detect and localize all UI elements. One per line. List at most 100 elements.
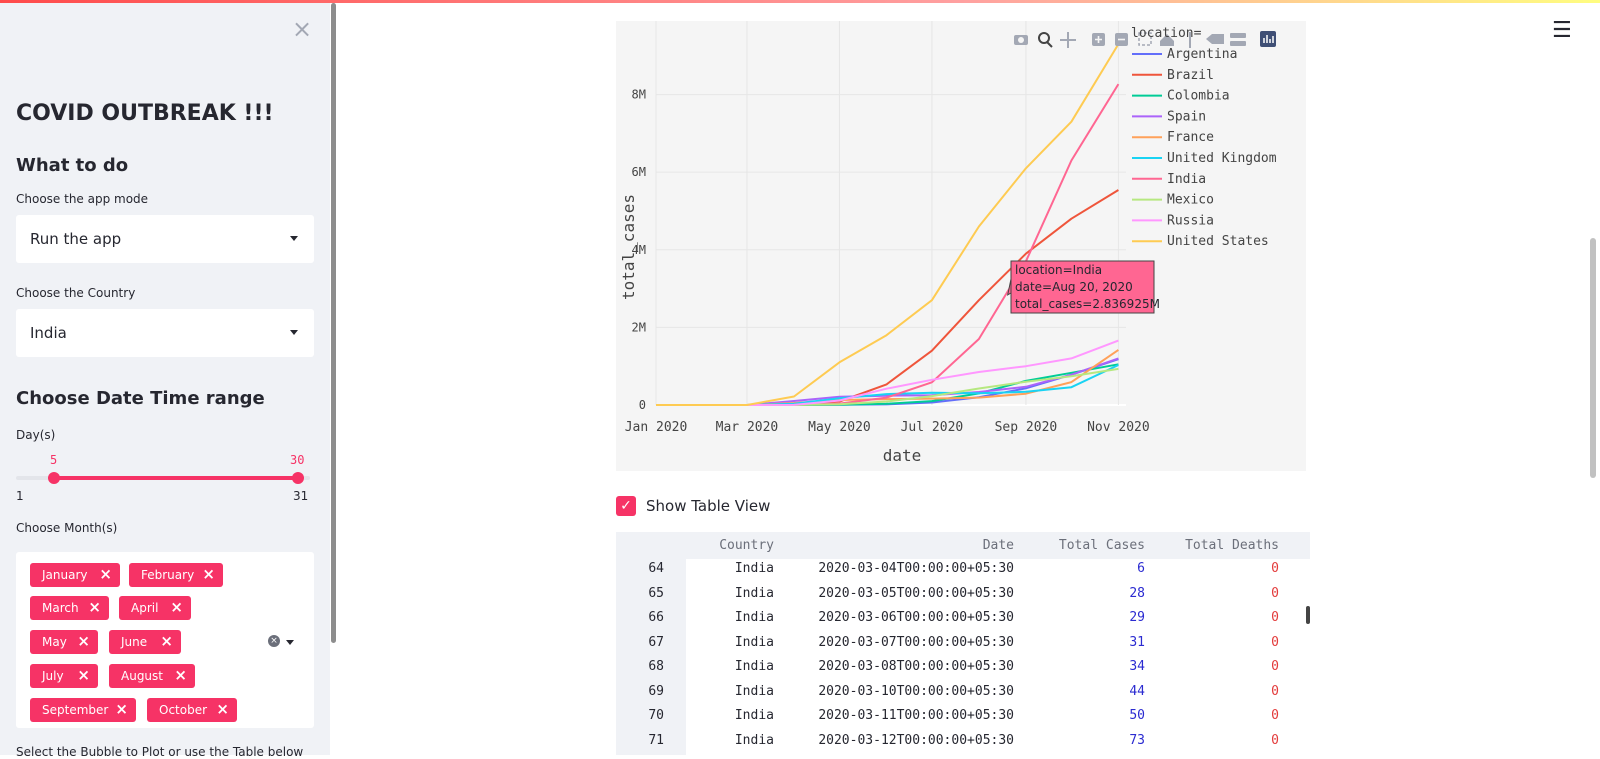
app-mode-label: Choose the app mode [16,192,149,206]
day-slider-low-handle[interactable] [48,472,60,484]
x-tick-label: Jan 2020 [625,420,688,435]
legend-item[interactable]: Colombia [1167,89,1230,104]
cell-total-cases: 44 [1129,683,1145,699]
cell-date: 2020-03-12T00:00:00+05:30 [818,732,1014,748]
day-slider-high-handle[interactable] [292,472,304,484]
tag-label: September [42,703,109,717]
table-row[interactable]: 69 India 2020-03-10T00:00:00+05:30 44 0 [616,684,1310,709]
data-table[interactable]: Country Date Total Cases Total Deaths 64… [616,532,1310,755]
tag-label: February [141,568,195,582]
legend-item[interactable]: Mexico [1167,193,1214,208]
table-row[interactable]: 68 India 2020-03-08T00:00:00+05:30 34 0 [616,659,1310,684]
zoom-out-icon[interactable] [1115,33,1128,46]
show-table-checkbox[interactable]: ✓ [616,496,636,516]
table-row[interactable]: 64 India 2020-03-04T00:00:00+05:30 6 0 [616,561,1310,586]
row-index: 70 [648,708,664,723]
cell-country: India [734,585,774,601]
tag-label: April [131,601,159,615]
tooltip-location: location=India [1015,263,1102,277]
month-tag: January × [30,563,120,587]
legend-title: location= [1131,26,1202,41]
cell-total-cases: 34 [1129,659,1145,674]
row-index: 71 [648,732,664,748]
legend-item[interactable]: Spain [1167,109,1206,124]
table-row[interactable]: 71 India 2020-03-12T00:00:00+05:30 73 0 [616,733,1310,756]
main-scroll-thumb[interactable] [1590,238,1596,478]
close-icon[interactable]: × [216,700,229,718]
legend-item[interactable]: Argentina [1167,47,1237,62]
day-label: Day(s) [16,428,56,442]
cell-date: 2020-03-05T00:00:00+05:30 [818,585,1014,601]
what-to-do-heading: What to do [16,155,129,176]
legend-item[interactable]: United States [1167,234,1269,249]
col-header-total-cases: Total Cases [1058,538,1145,553]
row-index: 67 [648,634,664,650]
cell-total-cases: 31 [1129,634,1145,650]
date-range-heading: Choose Date Time range [16,388,265,409]
x-tick-label: Sep 2020 [995,420,1058,435]
table-row[interactable]: 67 India 2020-03-07T00:00:00+05:30 31 0 [616,635,1310,660]
app-mode-select[interactable]: Run the app [16,215,314,263]
x-axis-label: date [883,446,922,465]
month-tag: February × [129,563,223,587]
app-mode-value: Run the app [30,230,122,248]
close-icon[interactable]: × [77,632,90,650]
sidebar-scroll-thumb[interactable] [331,3,336,643]
cell-total-cases: 73 [1129,732,1145,748]
close-icon[interactable]: × [77,666,90,684]
app-title: COVID OUTBREAK !!! [16,101,274,126]
close-icon[interactable]: × [115,700,128,718]
close-icon[interactable]: × [174,666,187,684]
row-index: 65 [648,585,664,601]
cell-date: 2020-03-06T00:00:00+05:30 [818,610,1014,625]
slider-high-value: 30 [290,453,305,467]
plotly-logo-icon[interactable] [1260,31,1276,47]
cell-country: India [734,610,774,625]
slider-low-value: 5 [50,453,58,467]
x-tick-label: Nov 2020 [1087,420,1150,435]
cell-country: India [734,634,774,650]
legend-item[interactable]: United Kingdom [1167,151,1277,166]
tag-label: May [42,635,67,649]
camera-icon[interactable] [1014,35,1028,45]
close-icon[interactable]: × [170,598,183,616]
clear-all-icon[interactable]: × [268,635,280,647]
cell-total-deaths: 0 [1271,732,1279,748]
menu-icon[interactable]: ☰ [1552,18,1572,43]
row-index: 69 [648,683,664,699]
table-row[interactable]: 66 India 2020-03-06T00:00:00+05:30 29 0 [616,610,1310,635]
chevron-down-icon[interactable] [286,640,294,645]
close-icon[interactable]: × [292,17,312,41]
cell-date: 2020-03-08T00:00:00+05:30 [818,659,1014,674]
country-select[interactable]: India [16,309,314,357]
legend-item[interactable]: India [1167,172,1206,187]
table-scroll-thumb[interactable] [1306,606,1310,624]
cell-total-deaths: 0 [1271,659,1279,674]
legend-item[interactable]: Brazil [1167,68,1214,83]
cell-country: India [734,659,774,674]
chevron-down-icon [290,330,298,335]
close-icon[interactable]: × [88,598,101,616]
table-header: Country Date Total Cases Total Deaths [616,532,1310,559]
table-row[interactable]: 65 India 2020-03-05T00:00:00+05:30 28 0 [616,586,1310,611]
cell-total-cases: 50 [1129,708,1145,723]
tag-label: October [159,703,208,717]
zoom-in-icon[interactable] [1092,33,1105,46]
tooltip-date: date=Aug 20, 2020 [1015,280,1133,294]
cell-country: India [734,708,774,723]
close-icon[interactable]: × [202,565,215,583]
row-index: 66 [648,610,664,625]
legend-item[interactable]: France [1167,130,1214,145]
month-label: Choose Month(s) [16,521,118,535]
cases-line-chart[interactable]: 02M4M6M8M Jan 2020 Mar 2020 May 2020 Jul 20… [616,21,1306,471]
slider-min-label: 1 [16,489,24,503]
y-tick-label: 8M [632,88,646,102]
cell-total-deaths: 0 [1271,634,1279,650]
close-icon[interactable]: × [99,565,112,583]
y-tick-label: 2M [632,320,646,334]
month-tag: June × [109,630,181,654]
table-row[interactable]: 70 India 2020-03-11T00:00:00+05:30 50 0 [616,708,1310,733]
close-icon[interactable]: × [160,632,173,650]
legend-item[interactable]: Russia [1167,213,1214,228]
month-tag: July × [30,664,98,688]
